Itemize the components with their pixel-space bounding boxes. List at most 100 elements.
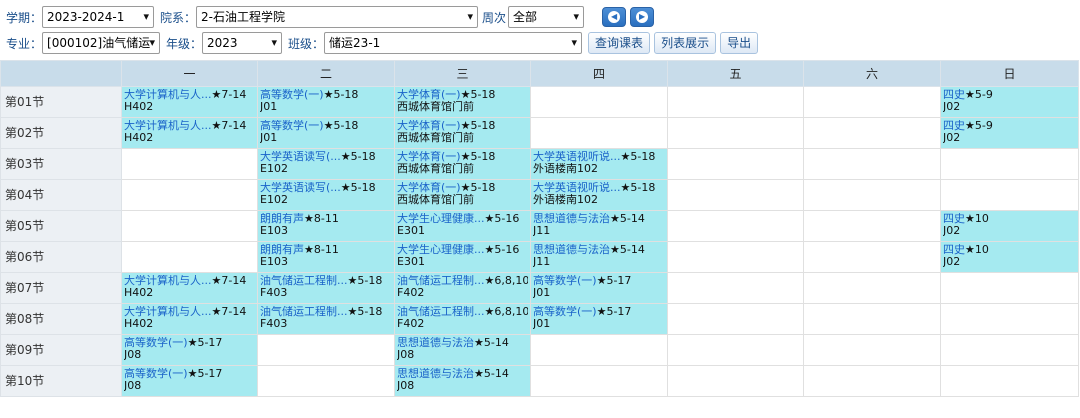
course-line: 大学计算机与人...★7-14 [124,120,255,132]
right-arrow-icon: ▶ [636,11,649,23]
course-name-link[interactable]: 四史 [943,244,965,256]
course-cell[interactable]: 四史★10 J02 [940,210,1079,242]
course-cell[interactable]: 大学计算机与人...★7-14 H402 [121,117,258,149]
empty-cell [803,117,941,149]
query-timetable-button[interactable]: 查询课表 [588,32,651,54]
course-weeks: ★5-9 [965,120,993,132]
course-cell[interactable]: 高等数学(一)★5-17 J08 [121,365,258,397]
course-name-link[interactable]: 高等数学(一) [533,306,597,318]
course-room: E103 [260,256,288,268]
empty-cell [121,148,258,180]
course-cell[interactable]: 油气储运工程制...★5-18 F403 [257,303,395,335]
course-name-link[interactable]: 高等数学(一) [124,368,188,380]
course-cell[interactable]: 四史★5-9 J02 [940,117,1079,149]
course-cell[interactable]: 大学体育(一)★5-18 西城体育馆门前 [394,148,531,180]
week-select[interactable]: 全部 ▾ [508,6,585,28]
course-name-link[interactable]: 大学体育(一) [397,182,461,194]
empty-cell [940,148,1079,180]
course-cell[interactable]: 思想道德与法治★5-14 J08 [394,365,531,397]
course-cell[interactable]: 大学计算机与人...★7-14 H402 [121,272,258,304]
course-cell[interactable]: 高等数学(一)★5-17 J01 [530,303,668,335]
course-cell[interactable]: 四史★10 J02 [940,241,1079,273]
course-name-link[interactable]: 四史 [943,213,965,225]
next-week-button[interactable]: ▶ [630,7,655,27]
course-entry: 四史★5-9 J02 [942,119,1078,148]
empty-cell [667,179,804,211]
course-name-link[interactable]: 思想道德与法治 [533,213,610,225]
filter-row-1: 学期： 2023-2024-1 ▾ 院系： 2-石油工程学院 ▾ 周次 全部 ▾… [0,5,655,29]
empty-cell [803,148,941,180]
course-entry: 油气储运工程制...★6,8,10 F402 [396,305,530,334]
course-name-link[interactable]: 大学英语读写(... [260,151,341,163]
course-cell[interactable]: 思想道德与法治★5-14 J11 [530,210,668,242]
course-cell[interactable]: 大学英语读写(...★5-18 E102 [257,179,395,211]
course-cell[interactable]: 大学计算机与人...★7-14 H402 [121,303,258,335]
course-cell[interactable]: 四史★5-9 J02 [940,86,1079,118]
course-cell[interactable]: 思想道德与法治★5-14 J08 [394,334,531,366]
dept-select[interactable]: 2-石油工程学院 ▾ [196,6,479,28]
course-name-link[interactable]: 大学英语视听说... [533,182,621,194]
empty-cell [667,117,804,149]
course-name-link[interactable]: 思想道德与法治 [533,244,610,256]
course-name-link[interactable]: 大学体育(一) [397,120,461,132]
course-cell[interactable]: 大学体育(一)★5-18 西城体育馆门前 [394,179,531,211]
course-name-link[interactable]: 朗朗有声 [260,213,304,225]
course-line: 大学英语视听说...★5-18 [533,182,665,194]
course-cell[interactable]: 大学生心理健康...★5-16 E301 [394,210,531,242]
course-name-link[interactable]: 四史 [943,89,965,101]
course-name-link[interactable]: 高等数学(一) [124,337,188,349]
course-name-link[interactable]: 油气储运工程制... [260,306,348,318]
term-value: 2023-2024-1 [47,10,125,24]
course-name-link[interactable]: 油气储运工程制... [397,275,485,287]
course-weeks: ★5-18 [340,182,376,194]
course-weeks: ★7-14 [211,89,247,101]
course-cell[interactable]: 高等数学(一)★5-18 J01 [257,117,395,149]
course-name-link[interactable]: 大学生心理健康... [397,244,485,256]
course-cell[interactable]: 高等数学(一)★5-17 J08 [121,334,258,366]
course-cell[interactable]: 大学体育(一)★5-18 西城体育馆门前 [394,86,531,118]
course-cell[interactable]: 高等数学(一)★5-17 J01 [530,272,668,304]
course-cell[interactable]: 大学体育(一)★5-18 西城体育馆门前 [394,117,531,149]
course-name-link[interactable]: 油气储运工程制... [260,275,348,287]
course-name-link[interactable]: 大学计算机与人... [124,275,212,287]
course-cell[interactable]: 高等数学(一)★5-18 J01 [257,86,395,118]
course-name-link[interactable]: 高等数学(一) [260,89,324,101]
course-name-link[interactable]: 大学体育(一) [397,151,461,163]
course-cell[interactable]: 大学生心理健康...★5-16 E301 [394,241,531,273]
course-entry: 思想道德与法治★5-14 J08 [396,336,530,365]
course-name-link[interactable]: 大学英语读写(... [260,182,341,194]
course-cell[interactable]: 油气储运工程制...★6,8,10 F402 [394,272,531,304]
prev-week-button[interactable]: ◀ [602,7,627,27]
course-cell[interactable]: 大学英语视听说...★5-18 外语楼南102 [530,179,668,211]
list-view-button[interactable]: 列表展示 [654,32,717,54]
course-name-link[interactable]: 大学体育(一) [397,89,461,101]
course-name-link[interactable]: 大学英语视听说... [533,151,621,163]
course-name-link[interactable]: 朗朗有声 [260,244,304,256]
course-name-link[interactable]: 油气储运工程制... [397,306,485,318]
course-name-link[interactable]: 大学计算机与人... [124,89,212,101]
course-name-link[interactable]: 四史 [943,120,965,132]
course-name-link[interactable]: 高等数学(一) [260,120,324,132]
course-cell[interactable]: 大学英语读写(...★5-18 E102 [257,148,395,180]
course-name-link[interactable]: 思想道德与法治 [397,368,474,380]
course-name-link[interactable]: 大学生心理健康... [397,213,485,225]
course-cell[interactable]: 朗朗有声★8-11 E103 [257,210,395,242]
export-button[interactable]: 导出 [720,32,759,54]
course-cell[interactable]: 朗朗有声★8-11 E103 [257,241,395,273]
class-select[interactable]: 储运23-1 ▾ [324,32,583,54]
major-select[interactable]: [000102]油气储运 ▾ [42,32,161,54]
course-entry: 大学英语视听说...★5-18 外语楼南102 [532,150,667,179]
course-cell[interactable]: 油气储运工程制...★5-18 F403 [257,272,395,304]
course-cell[interactable]: 油气储运工程制...★6,8,10 F402 [394,303,531,335]
table-row: 第04节 大学英语读写(...★5-18 E102 大学体育(一)★5-18 西城体育馆… [0,179,1079,211]
course-name-link[interactable]: 高等数学(一) [533,275,597,287]
course-cell[interactable]: 思想道德与法治★5-14 J11 [530,241,668,273]
course-name-link[interactable]: 大学计算机与人... [124,306,212,318]
grade-select[interactable]: 2023 ▾ [202,32,283,54]
course-name-link[interactable]: 大学计算机与人... [124,120,212,132]
empty-cell [667,272,804,304]
term-select[interactable]: 2023-2024-1 ▾ [42,6,155,28]
course-name-link[interactable]: 思想道德与法治 [397,337,474,349]
course-cell[interactable]: 大学英语视听说...★5-18 外语楼南102 [530,148,668,180]
course-cell[interactable]: 大学计算机与人...★7-14 H402 [121,86,258,118]
